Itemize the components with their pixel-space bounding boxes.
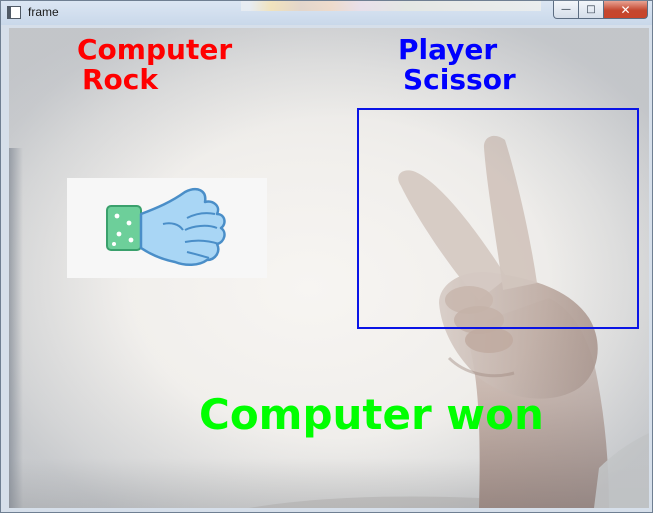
camera-frame: Computer Rock Player Scissor Computer wo… xyxy=(9,28,649,508)
app-window: frame — □ ✕ Computer Rock Player Scissor… xyxy=(0,0,653,513)
rock-fist-icon xyxy=(106,188,226,266)
result-label: Computer won xyxy=(199,390,544,439)
computer-choice-image xyxy=(67,178,267,278)
player-detection-box xyxy=(357,108,639,329)
computer-heading: Computer xyxy=(77,33,233,66)
window-title: frame xyxy=(28,5,59,19)
window-controls: — □ ✕ xyxy=(553,1,648,19)
maximize-button[interactable]: □ xyxy=(579,1,604,19)
close-button[interactable]: ✕ xyxy=(604,1,648,19)
title-bar[interactable]: frame — □ ✕ xyxy=(1,1,652,25)
player-heading: Player xyxy=(398,33,498,66)
player-move-label: Scissor xyxy=(403,63,516,96)
app-icon xyxy=(7,6,21,19)
computer-move-label: Rock xyxy=(82,63,159,96)
taskbar-strip xyxy=(241,1,541,11)
minimize-button[interactable]: — xyxy=(553,1,579,19)
